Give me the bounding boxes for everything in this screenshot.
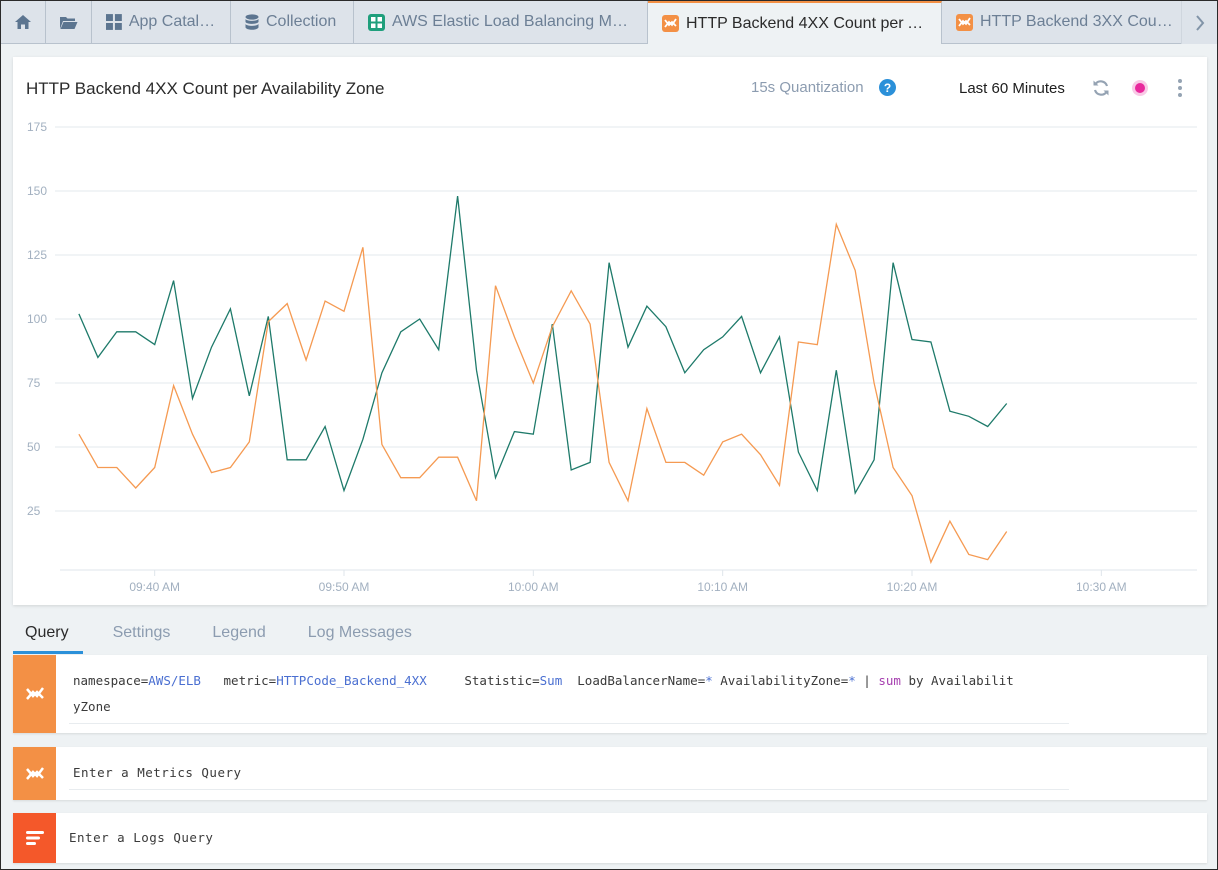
tab-legend[interactable]: Legend bbox=[200, 615, 277, 654]
tab-label: HTTP Backend 4XX Count per Av... bbox=[686, 14, 927, 32]
y-axis-ticks: 25 50 75 100 125 150 175 bbox=[27, 120, 47, 518]
tab-app-catalog[interactable]: App Catalog bbox=[92, 1, 231, 43]
y-tick-label: 125 bbox=[27, 248, 47, 262]
metrics-icon bbox=[662, 15, 679, 32]
chart-panel: HTTP Backend 4XX Count per Availability … bbox=[13, 57, 1207, 605]
query-underline bbox=[69, 789, 1069, 790]
query-line-2: yZone bbox=[73, 699, 111, 714]
logs-query-badge[interactable] bbox=[13, 813, 56, 863]
logs-icon bbox=[25, 831, 44, 845]
x-tick-label: 10:00 AM bbox=[508, 580, 559, 594]
tab-scroll-right-button[interactable] bbox=[1181, 1, 1217, 44]
tab-label: App Catalog bbox=[128, 13, 216, 30]
metrics-icon bbox=[25, 687, 44, 700]
metrics-query-row: namespace=AWS/ELB metric=HTTPCode_Backen… bbox=[13, 655, 1207, 733]
tab-library[interactable] bbox=[46, 1, 92, 43]
tab-query[interactable]: Query bbox=[13, 615, 83, 654]
home-icon bbox=[15, 15, 31, 29]
tab-label: Collection bbox=[266, 13, 337, 30]
series bbox=[78, 196, 1008, 565]
metrics-icon bbox=[25, 766, 44, 780]
gridlines bbox=[55, 126, 1197, 512]
y-tick-label: 75 bbox=[27, 376, 41, 390]
x-tick-label: 09:50 AM bbox=[319, 580, 370, 594]
x-tick-label: 10:10 AM bbox=[697, 580, 748, 594]
tab-http-4xx[interactable]: HTTP Backend 4XX Count per Av... bbox=[648, 1, 942, 44]
tab-label: HTTP Backend 3XX Count per . bbox=[980, 13, 1178, 30]
logs-query-placeholder[interactable]: Enter a Logs Query bbox=[69, 825, 1067, 851]
x-axis: 09:40 AM 09:50 AM 10:00 AM 10:10 AM 10:20 AM… bbox=[60, 569, 1197, 594]
x-tick-label: 09:40 AM bbox=[129, 580, 180, 594]
metrics-query-placeholder[interactable]: Enter a Metrics Query bbox=[73, 760, 1067, 786]
x-tick-label: 10:30 AM bbox=[1076, 580, 1127, 594]
tab-log-messages[interactable]: Log Messages bbox=[296, 615, 424, 654]
metrics-query-input[interactable]: namespace=AWS/ELB metric=HTTPCode_Backen… bbox=[73, 668, 1067, 720]
dashboard-icon bbox=[368, 13, 385, 31]
tab-label: AWS Elastic Load Balancing Met... bbox=[392, 13, 633, 30]
metrics-query-badge[interactable] bbox=[13, 747, 56, 800]
metrics-icon bbox=[956, 13, 973, 31]
y-tick-label: 25 bbox=[27, 504, 41, 518]
database-icon bbox=[245, 13, 259, 30]
y-tick-label: 50 bbox=[27, 440, 41, 454]
tab-aws-elb[interactable]: AWS Elastic Load Balancing Met... bbox=[354, 1, 648, 43]
query-tabs: Query Settings Legend Log Messages bbox=[13, 615, 442, 655]
tab-settings[interactable]: Settings bbox=[101, 615, 183, 654]
tab-home[interactable] bbox=[1, 1, 46, 43]
y-tick-label: 150 bbox=[27, 184, 47, 198]
metrics-query-badge[interactable] bbox=[13, 655, 56, 733]
query-underline bbox=[69, 723, 1069, 724]
x-tick-label: 10:20 AM bbox=[887, 580, 938, 594]
line-chart: 25 50 75 100 125 150 175 09:40 AM 09:50 AM 10:00… bbox=[27, 120, 1197, 594]
y-tick-label: 100 bbox=[27, 312, 47, 326]
series-orange-points bbox=[78, 224, 1007, 563]
query-line-1: namespace=AWS/ELB metric=HTTPCode_Backen… bbox=[73, 673, 1014, 688]
chevron-right-icon bbox=[1195, 14, 1204, 31]
folder-icon bbox=[60, 16, 78, 29]
metrics-query-row-empty: Enter a Metrics Query bbox=[13, 747, 1207, 800]
grid-icon bbox=[106, 14, 122, 30]
tab-collection[interactable]: Collection bbox=[231, 1, 354, 43]
y-tick-label: 175 bbox=[27, 120, 47, 134]
tab-http-3xx[interactable]: HTTP Backend 3XX Count per . bbox=[942, 1, 1192, 43]
logs-query-row: Enter a Logs Query bbox=[13, 813, 1207, 863]
series-orange-line bbox=[78, 221, 1008, 565]
tab-bar: App Catalog Collection AWS Elastic Load … bbox=[1, 1, 1217, 44]
